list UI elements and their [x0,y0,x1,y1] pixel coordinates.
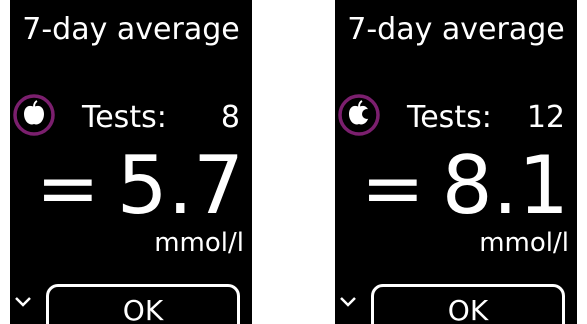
tests-label: Tests: [407,100,492,135]
equals-sign: = [36,143,100,232]
equals-sign: = [361,143,425,232]
ok-button[interactable]: OK [46,284,240,324]
screen-title: 7-day average [22,12,240,47]
average-reading-value: 8.1 [441,139,569,232]
chevron-down-icon[interactable] [12,290,34,312]
meter-screen-after-meal: 7-day average Tests: 12 = 8.1 mmol/l OK [335,0,577,324]
meter-screen-before-meal: 7-day average Tests: 8 = 5.7 mmol/l OK [10,0,252,324]
apple-whole-icon [12,93,56,137]
tests-count: 8 [220,100,240,135]
apple-bitten-icon [337,93,381,137]
tests-count: 12 [526,100,565,135]
chevron-down-icon[interactable] [337,290,359,312]
average-reading-value: 5.7 [116,139,244,232]
unit-label: mmol/l [154,228,244,258]
ok-button[interactable]: OK [371,284,565,324]
unit-label: mmol/l [479,228,569,258]
screen-title: 7-day average [347,12,565,47]
tests-label: Tests: [82,100,167,135]
